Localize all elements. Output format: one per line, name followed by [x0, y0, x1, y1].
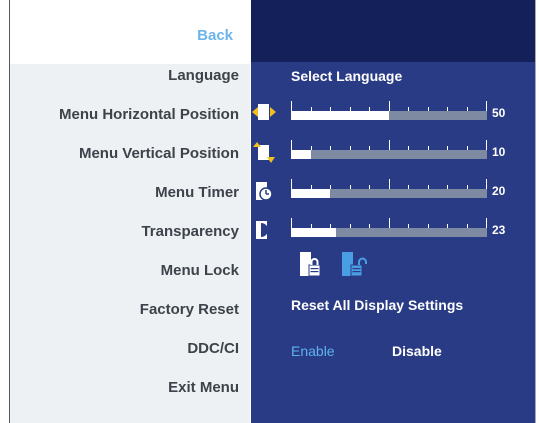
unlocked-icon[interactable]	[341, 251, 373, 279]
slider-fill	[291, 111, 389, 120]
menu-item-language[interactable]: Language	[168, 67, 239, 84]
slider-tick	[291, 101, 292, 111]
menu-item-vertical-position[interactable]: Menu Vertical Position	[79, 145, 239, 162]
horizontal-position-slider[interactable]	[291, 111, 487, 120]
slider-tick	[291, 179, 292, 189]
slider-tick	[389, 140, 390, 150]
transparency-icon	[256, 221, 268, 239]
menu-item-menu-lock[interactable]: Menu Lock	[161, 262, 239, 279]
transparency-slider[interactable]	[291, 228, 487, 237]
slider-tick	[389, 179, 390, 189]
slider-fill	[291, 150, 311, 159]
vertical-position-row: 10	[251, 137, 535, 167]
slider-ticks	[291, 179, 487, 189]
vertical-position-slider[interactable]	[291, 150, 487, 159]
horizontal-position-row: 50	[251, 98, 535, 128]
slider-tick	[486, 140, 487, 150]
header-strip	[251, 0, 535, 62]
transparency-row: 23	[251, 215, 535, 245]
back-button[interactable]: Back	[197, 27, 233, 44]
slider-tick	[486, 218, 487, 228]
menu-lock-options	[299, 251, 389, 281]
transparency-value: 23	[492, 223, 506, 237]
menu-item-horizontal-position[interactable]: Menu Horizontal Position	[59, 106, 239, 123]
menu-panel: Back Language Menu Horizontal Position M…	[10, 0, 250, 423]
ddc-ci-enable-option[interactable]: Enable	[291, 343, 335, 359]
menu-timer-row: 20	[251, 176, 535, 206]
settings-panel: Select Language 50 10 20 23 Reset All Di…	[251, 0, 535, 423]
ddc-ci-disable-option[interactable]: Disable	[392, 343, 442, 359]
slider-tick	[389, 101, 390, 111]
slider-tick	[389, 218, 390, 228]
slider-tick	[486, 179, 487, 189]
slider-tick	[291, 140, 292, 150]
locked-icon[interactable]	[299, 251, 323, 279]
slider-tick	[291, 218, 292, 228]
slider-ticks	[291, 140, 487, 150]
slider-tick	[486, 101, 487, 111]
menu-timer-value: 20	[492, 184, 506, 198]
reset-all-settings-button[interactable]: Reset All Display Settings	[291, 297, 463, 313]
slider-ticks	[291, 218, 487, 228]
menu-timer-slider[interactable]	[291, 189, 487, 198]
vertical-position-icon	[253, 142, 275, 163]
vertical-position-value: 10	[492, 145, 506, 159]
right-border	[535, 0, 536, 423]
select-language-option[interactable]: Select Language	[291, 68, 402, 84]
menu-item-menu-timer[interactable]: Menu Timer	[155, 184, 239, 201]
timer-icon	[256, 182, 273, 201]
slider-fill	[291, 228, 337, 237]
horizontal-position-value: 50	[492, 106, 506, 120]
osd-menu: Back Language Menu Horizontal Position M…	[9, 0, 536, 423]
menu-item-transparency[interactable]: Transparency	[141, 223, 239, 240]
horizontal-position-icon	[252, 104, 276, 120]
menu-item-exit-menu[interactable]: Exit Menu	[168, 379, 239, 396]
menu-item-ddc-ci[interactable]: DDC/CI	[187, 340, 239, 357]
menu-item-factory-reset[interactable]: Factory Reset	[140, 301, 239, 318]
slider-fill	[291, 189, 331, 198]
slider-ticks	[291, 101, 487, 111]
